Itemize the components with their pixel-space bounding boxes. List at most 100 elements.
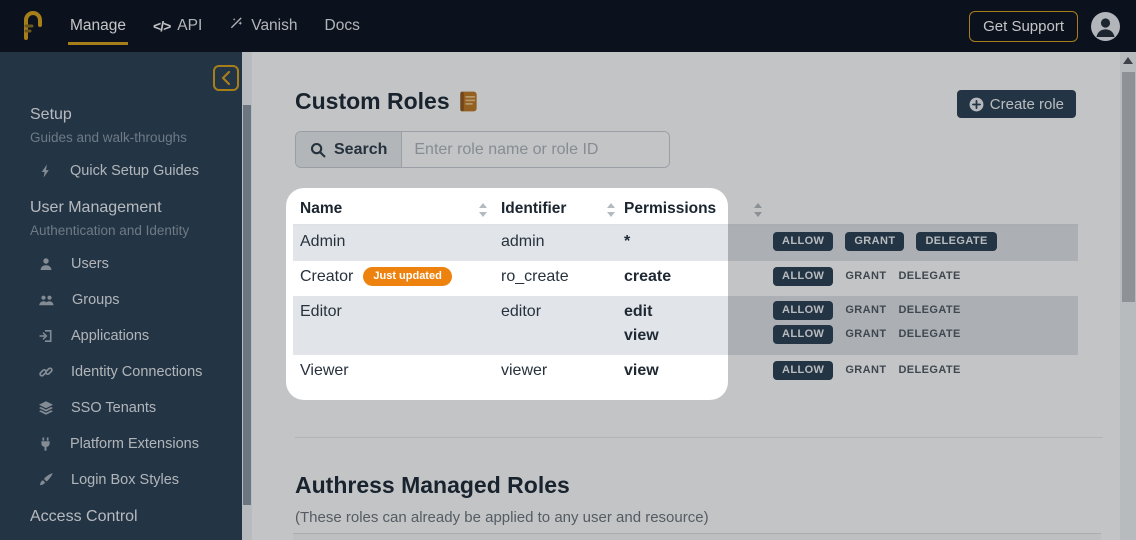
- grant-button[interactable]: GRANT: [845, 325, 886, 344]
- role-name-wrap: CreatorJust updated: [300, 268, 452, 286]
- navbar-right: Get Support: [969, 11, 1120, 42]
- authress-logo-icon[interactable]: [16, 9, 46, 43]
- sidebar-item-sso-tenants[interactable]: SSO Tenants: [30, 390, 230, 426]
- managed-roles-subtitle: (These roles can already be applied to a…: [295, 509, 709, 526]
- sidebar-item-users[interactable]: Users: [30, 246, 230, 282]
- allow-button[interactable]: ALLOW: [773, 301, 833, 320]
- role-identifier: admin: [501, 233, 545, 251]
- role-search: Search: [295, 131, 670, 168]
- grant-button[interactable]: GRANT: [845, 267, 886, 286]
- create-role-label: Create role: [990, 96, 1064, 113]
- nav-item-label: Manage: [70, 17, 126, 35]
- chevron-left-icon: [221, 71, 231, 85]
- sort-icon[interactable]: [753, 203, 763, 217]
- table-row-creator[interactable]: CreatorJust updated ro_create create ALL…: [293, 261, 1078, 296]
- allow-button[interactable]: ALLOW: [773, 267, 833, 286]
- allow-button[interactable]: ALLOW: [773, 232, 833, 251]
- role-identifier: editor: [501, 303, 541, 321]
- sidebar-section-access-control: Access Control: [30, 508, 230, 526]
- link-icon: [38, 364, 54, 380]
- permission-actions: ALLOW GRANT DELEGATE: [773, 361, 961, 380]
- sidebar-item-login-box-styles[interactable]: Login Box Styles: [30, 462, 230, 498]
- page-title-text: Custom Roles: [295, 88, 450, 115]
- sidebar-scrollbar-track[interactable]: [242, 52, 252, 540]
- section-divider: [295, 437, 1103, 438]
- permission-actions: ALLOW GRANT DELEGATE: [773, 267, 961, 286]
- nav-item-vanish[interactable]: Vanish: [229, 16, 297, 36]
- delegate-button[interactable]: DELEGATE: [898, 267, 960, 286]
- column-header-permissions[interactable]: Permissions: [624, 200, 716, 218]
- search-input[interactable]: [402, 132, 669, 167]
- permission-actions: ALLOW GRANT DELEGATE: [773, 232, 997, 251]
- column-header-identifier[interactable]: Identifier: [501, 200, 566, 218]
- get-support-button[interactable]: Get Support: [969, 11, 1078, 42]
- sidebar-item-quick-setup-guides[interactable]: Quick Setup Guides: [30, 153, 230, 189]
- user-avatar[interactable]: [1091, 12, 1120, 41]
- nav-item-label: Vanish: [251, 17, 297, 35]
- role-name: Admin: [300, 233, 345, 251]
- sort-icon[interactable]: [478, 203, 488, 217]
- role-permission: view: [624, 327, 659, 345]
- sidebar-menu: Setup Guides and walk-throughs Quick Set…: [30, 96, 230, 536]
- permission-actions: ALLOW GRANT DELEGATE: [773, 325, 961, 344]
- search-icon: [310, 142, 326, 158]
- sidebar-item-label: Users: [71, 256, 109, 272]
- section-title: User Management: [30, 199, 230, 217]
- nav-item-label: API: [177, 17, 202, 35]
- grant-button[interactable]: GRANT: [845, 232, 904, 251]
- scrollbar-up-arrow-icon[interactable]: [1123, 57, 1133, 64]
- table-row-editor[interactable]: Editor editor edit view ALLOW GRANT DELE…: [293, 296, 1078, 355]
- column-header-name[interactable]: Name: [300, 200, 342, 218]
- allow-button[interactable]: ALLOW: [773, 361, 833, 380]
- role-permission: create: [624, 268, 671, 286]
- magic-wand-icon: [229, 16, 244, 36]
- managed-roles-table-edge: [293, 533, 1101, 540]
- sidebar-scrollbar-thumb[interactable]: [243, 105, 251, 505]
- nav-item-manage[interactable]: Manage: [70, 17, 126, 35]
- code-icon: </>: [153, 18, 170, 34]
- person-icon: [38, 256, 54, 272]
- allow-button[interactable]: ALLOW: [773, 325, 833, 344]
- nav-item-api[interactable]: </> API: [153, 17, 202, 35]
- sidebar: Setup Guides and walk-throughs Quick Set…: [0, 52, 252, 540]
- top-navbar: Manage </> API Vanish Docs Get Support: [0, 0, 1136, 52]
- sidebar-item-label: Login Box Styles: [71, 472, 179, 488]
- sidebar-item-label: Identity Connections: [71, 364, 202, 380]
- role-name: Viewer: [300, 362, 349, 380]
- sidebar-collapse-button[interactable]: [213, 65, 239, 91]
- section-title: Access Control: [30, 508, 230, 526]
- grant-button[interactable]: GRANT: [845, 361, 886, 380]
- plus-circle-icon: [969, 97, 984, 112]
- box-arrow-in-right-icon: [38, 328, 54, 344]
- layers-icon: [38, 400, 54, 416]
- delegate-button[interactable]: DELEGATE: [898, 361, 960, 380]
- sidebar-section-user-management: User Management Authentication and Ident…: [30, 199, 230, 498]
- nav-item-docs[interactable]: Docs: [325, 17, 360, 35]
- sort-icon[interactable]: [606, 203, 616, 217]
- delegate-button[interactable]: DELEGATE: [916, 232, 996, 251]
- just-updated-badge: Just updated: [363, 267, 451, 286]
- delegate-button[interactable]: DELEGATE: [898, 325, 960, 344]
- sidebar-item-applications[interactable]: Applications: [30, 318, 230, 354]
- role-permission: edit: [624, 303, 652, 321]
- search-addon: Search: [296, 132, 402, 167]
- journal-book-icon[interactable]: [459, 91, 478, 112]
- create-role-button[interactable]: Create role: [957, 90, 1076, 118]
- main-content: Custom Roles Create role Search Name Ide: [252, 52, 1136, 540]
- role-permission: *: [624, 233, 630, 251]
- table-header: Name Identifier Permissions: [293, 194, 1078, 226]
- plug-icon: [38, 436, 53, 452]
- page-scrollbar-track[interactable]: [1120, 52, 1136, 540]
- sidebar-item-platform-extensions[interactable]: Platform Extensions: [30, 426, 230, 462]
- grant-button[interactable]: GRANT: [845, 301, 886, 320]
- sidebar-item-identity-connections[interactable]: Identity Connections: [30, 354, 230, 390]
- section-title: Setup: [30, 106, 230, 124]
- sidebar-item-groups[interactable]: Groups: [30, 282, 230, 318]
- search-label: Search: [334, 141, 387, 159]
- page-scrollbar-thumb[interactable]: [1122, 72, 1135, 302]
- table-row-viewer[interactable]: Viewer viewer view ALLOW GRANT DELEGATE: [293, 355, 1078, 390]
- table-row-admin[interactable]: Admin admin * ALLOW GRANT DELEGATE: [293, 226, 1078, 261]
- delegate-button[interactable]: DELEGATE: [898, 301, 960, 320]
- sidebar-item-label: SSO Tenants: [71, 400, 156, 416]
- sidebar-section-setup: Setup Guides and walk-throughs Quick Set…: [30, 106, 230, 189]
